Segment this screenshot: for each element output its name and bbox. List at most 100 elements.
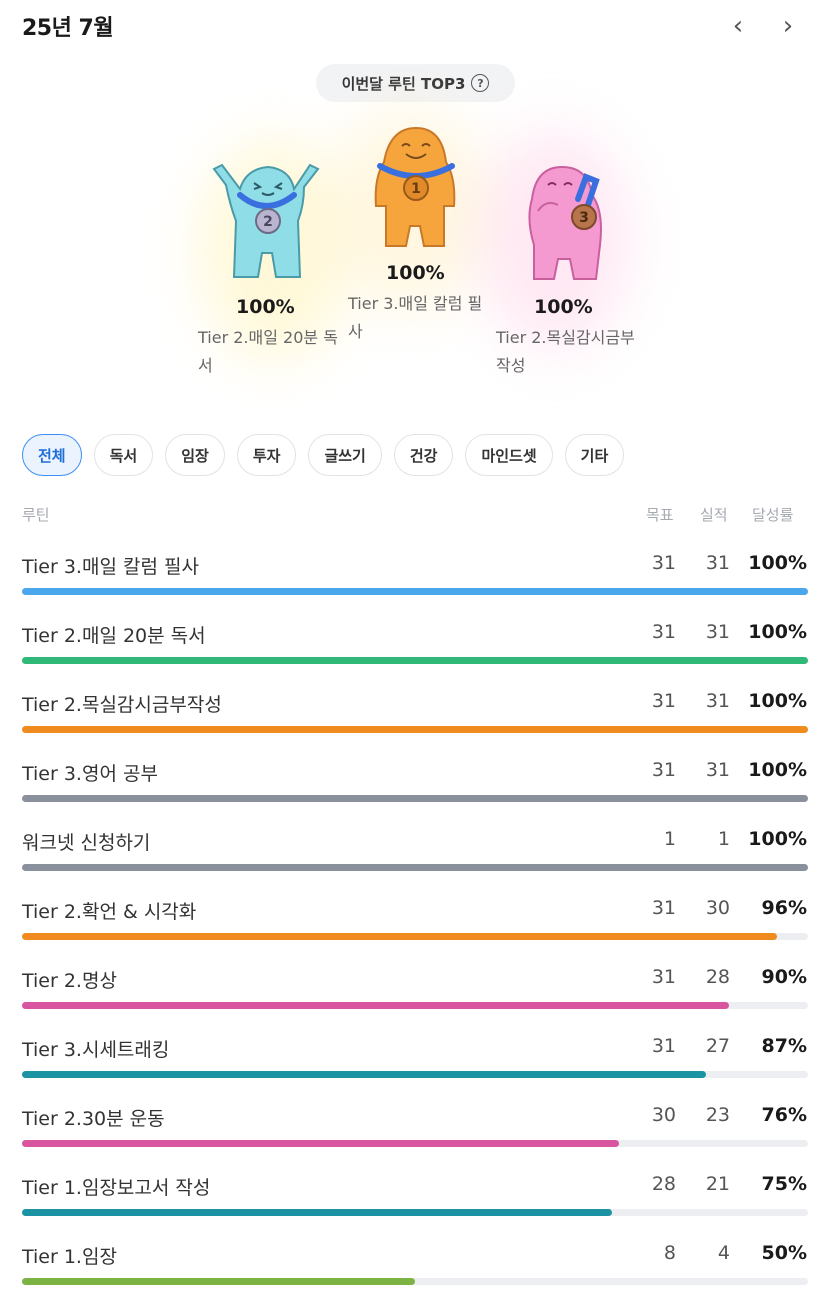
routine-done: 28: [705, 966, 730, 988]
routine-done: 31: [705, 690, 730, 712]
filter-chip[interactable]: 투자: [236, 434, 297, 476]
progress-fill: [22, 795, 808, 802]
routine-rate: 100%: [748, 552, 807, 574]
top3-podium: 2 1 3 100% Tier 2.매일 20분 독서 100% Tier 3.…: [190, 110, 640, 400]
routine-row[interactable]: 워크넷 신청하기 1 1 100%: [22, 816, 808, 885]
routine-goal: 31: [651, 621, 676, 643]
routine-done: 31: [705, 552, 730, 574]
routine-rate: 75%: [761, 1173, 807, 1195]
filter-chip[interactable]: 건강: [393, 434, 454, 476]
rank-3-percent: 100%: [534, 296, 593, 318]
routine-name: Tier 3.영어 공부: [22, 763, 158, 785]
help-icon[interactable]: ?: [471, 74, 490, 92]
progress-track: [22, 864, 808, 871]
routine-name: Tier 2.매일 20분 독서: [22, 625, 206, 647]
progress-fill: [22, 1071, 706, 1078]
routine-done: 23: [705, 1104, 730, 1126]
filter-chip[interactable]: 글쓰기: [308, 434, 382, 476]
header-rate: 달성률: [752, 506, 794, 524]
progress-fill: [22, 864, 808, 871]
progress-fill: [22, 1140, 620, 1147]
routine-rate: 100%: [748, 690, 807, 712]
routine-name: Tier 2.30분 운동: [22, 1108, 165, 1130]
header-routine: 루틴: [22, 506, 50, 524]
routine-goal: 31: [651, 966, 676, 988]
routine-done: 30: [705, 897, 730, 919]
top3-label: 이번달 루틴 TOP3: [341, 74, 466, 93]
routine-goal: 8: [663, 1242, 676, 1264]
routine-name: Tier 2.확언 & 시각화: [22, 901, 197, 923]
routine-goal: 1: [663, 828, 676, 850]
progress-track: [22, 1071, 808, 1078]
routine-name: Tier 3.시세트래킹: [22, 1039, 170, 1061]
filter-chip[interactable]: 마인드셋: [465, 434, 553, 476]
routine-name: Tier 2.목실감시금부작성: [22, 694, 222, 716]
next-month-button[interactable]: ›: [774, 11, 802, 41]
routine-rate: 100%: [748, 621, 807, 643]
filter-chip[interactable]: 임장: [165, 434, 225, 476]
progress-track: [22, 933, 808, 940]
rank-2-percent: 100%: [236, 296, 295, 318]
rank-1-percent: 100%: [386, 262, 445, 284]
routine-done: 4: [717, 1242, 730, 1264]
progress-fill: [22, 726, 808, 733]
routine-goal: 30: [651, 1104, 676, 1126]
routine-rate: 90%: [761, 966, 807, 988]
routine-goal: 31: [651, 897, 676, 919]
month-header: 25년 7월 ‹ ›: [22, 8, 808, 44]
routine-done: 31: [705, 759, 730, 781]
progress-track: [22, 795, 808, 802]
filter-chip[interactable]: 독서: [93, 434, 154, 476]
routine-row[interactable]: Tier 2.명상 31 28 90%: [22, 954, 808, 1023]
progress-track: [22, 588, 808, 595]
rank-2-label: Tier 2.매일 20분 독서: [198, 328, 338, 375]
routine-list: Tier 3.매일 칼럼 필사 31 31 100% Tier 2.매일 20분 독서 3…: [22, 540, 808, 1299]
prev-month-button[interactable]: ‹: [724, 11, 752, 41]
filter-chip[interactable]: 기타: [564, 434, 625, 476]
header-done: 실적: [700, 506, 728, 524]
chevron-right-icon: ›: [782, 11, 794, 41]
routine-row[interactable]: Tier 2.30분 운동 30 23 76%: [22, 1092, 808, 1161]
routine-row[interactable]: Tier 2.확언 & 시각화 31 30 96%: [22, 885, 808, 954]
routine-goal: 31: [651, 1035, 676, 1057]
routine-name: Tier 2.명상: [22, 970, 117, 992]
top3-badge: 이번달 루틴 TOP3 ?: [316, 64, 515, 102]
routine-name: 워크넷 신청하기: [22, 832, 151, 854]
filter-chip[interactable]: 전체: [22, 434, 82, 476]
routine-rate: 100%: [748, 759, 807, 781]
routine-row[interactable]: Tier 1.임장 8 4 50%: [22, 1230, 808, 1299]
progress-fill: [22, 588, 808, 595]
month-title: 25년 7월: [22, 16, 114, 41]
progress-track: [22, 1209, 808, 1216]
routine-rate: 76%: [761, 1104, 807, 1126]
routine-goal: 28: [651, 1173, 676, 1195]
routine-row[interactable]: Tier 1.임장보고서 작성 28 21 75%: [22, 1161, 808, 1230]
routine-name: Tier 1.임장: [22, 1246, 117, 1268]
progress-track: [22, 1140, 808, 1147]
table-header: 루틴 목표 실적 달성률: [22, 502, 808, 526]
routine-row[interactable]: Tier 3.영어 공부 31 31 100%: [22, 747, 808, 816]
progress-track: [22, 726, 808, 733]
svg-text:1: 1: [411, 181, 421, 197]
routine-name: Tier 3.매일 칼럼 필사: [22, 556, 199, 578]
routine-row[interactable]: Tier 2.매일 20분 독서 31 31 100%: [22, 609, 808, 678]
svg-text:2: 2: [263, 214, 273, 230]
routine-rate: 96%: [761, 897, 807, 919]
svg-text:3: 3: [579, 210, 589, 226]
routine-row[interactable]: Tier 2.목실감시금부작성 31 31 100%: [22, 678, 808, 747]
progress-fill: [22, 657, 808, 664]
chevron-left-icon: ‹: [732, 11, 744, 41]
progress-track: [22, 657, 808, 664]
progress-fill: [22, 1209, 612, 1216]
routine-row[interactable]: Tier 3.시세트래킹 31 27 87%: [22, 1023, 808, 1092]
routine-row[interactable]: Tier 3.매일 칼럼 필사 31 31 100%: [22, 540, 808, 609]
routine-goal: 31: [651, 552, 676, 574]
rank-2-character-icon: 2: [212, 163, 320, 278]
progress-track: [22, 1278, 808, 1285]
routine-done: 21: [705, 1173, 730, 1195]
progress-fill: [22, 1278, 415, 1285]
rank-3-label: Tier 2.목실감시금부작성: [496, 328, 635, 375]
rank-1-character-icon: 1: [374, 126, 456, 247]
rank-1-label: Tier 3.매일 칼럼 필사: [348, 294, 483, 341]
rank-3-character-icon: 3: [528, 165, 602, 280]
